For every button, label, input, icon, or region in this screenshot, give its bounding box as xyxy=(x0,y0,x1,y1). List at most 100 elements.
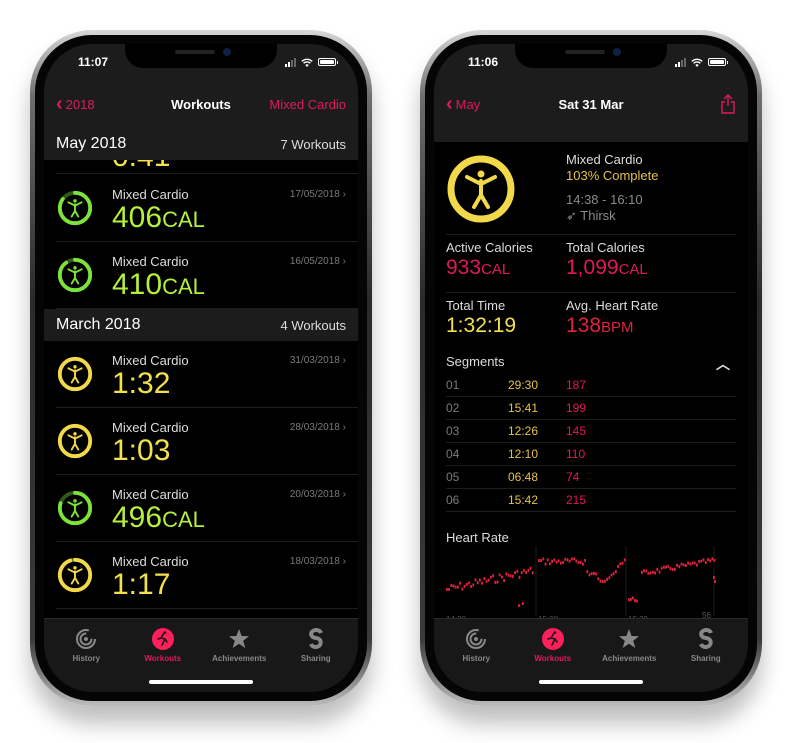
workout-row[interactable]: Mixed Cardio 28/03/2018 › 1:03 xyxy=(56,408,358,475)
segment-value: 215 xyxy=(566,493,587,507)
chevron-left-icon: ‹ xyxy=(446,92,453,115)
tab-workouts[interactable]: Workouts xyxy=(127,627,199,663)
home-indicator[interactable] xyxy=(539,680,643,684)
heart-rate-sample xyxy=(599,579,602,583)
heart-rate-sample xyxy=(678,565,681,569)
heart-rate-sample xyxy=(606,577,608,581)
phone-right: 11:06 ‹ May Sat 31 Mar Mixed Cardio 103%… xyxy=(420,30,762,706)
segment-row: 03 12:26 145 xyxy=(446,420,736,443)
tab-label: History xyxy=(462,654,491,663)
heart-rate-sample xyxy=(711,557,714,561)
tab-label: Workouts xyxy=(144,654,182,663)
workout-date: 20/03/2018 › xyxy=(289,489,346,500)
history-rings-icon xyxy=(74,627,98,651)
heart-rate-sample xyxy=(590,572,593,576)
heart-rate-sample xyxy=(468,581,470,585)
workout-row[interactable]: Mixed Cardio 17/05/2018 › 406CAL xyxy=(56,175,358,242)
back-button[interactable]: ‹ May xyxy=(446,92,480,115)
workout-name: Mixed Cardio xyxy=(112,254,189,269)
chevron-right-icon: › xyxy=(342,422,346,433)
heart-rate-sample xyxy=(689,562,692,566)
workout-row[interactable]: Mixed Cardio 18/03/2018 › 1:17 xyxy=(56,542,358,609)
workout-ring-icon xyxy=(57,356,93,392)
workouts-list-screen: 11:07 ‹ 2018 Workouts Mixed Cardio May 20… xyxy=(44,44,358,692)
heart-rate-sample xyxy=(474,578,477,582)
heart-rate-sample xyxy=(446,587,448,591)
phone-bezel: 11:07 ‹ 2018 Workouts Mixed Cardio May 20… xyxy=(35,35,367,701)
segment-value: 145 xyxy=(566,424,587,438)
heart-rate-sample xyxy=(704,561,707,565)
heart-rate-sample xyxy=(525,570,527,574)
share-icon[interactable] xyxy=(720,94,736,114)
segments-header[interactable]: Segments ︿ xyxy=(446,354,730,374)
heart-rate-sample xyxy=(709,559,711,563)
heart-rate-sample xyxy=(588,573,591,577)
heart-rate-sample xyxy=(571,557,573,561)
workout-date: 31/03/2018 › xyxy=(289,355,346,366)
battery-icon xyxy=(708,58,728,66)
page-title: Sat 31 Mar xyxy=(558,96,624,112)
workout-date: 17/05/2018 › xyxy=(289,189,346,200)
workout-ring-icon xyxy=(57,257,93,293)
filter-button[interactable]: Mixed Cardio xyxy=(269,97,346,112)
heart-rate-sample xyxy=(707,558,709,562)
heart-rate-sample xyxy=(671,568,674,572)
heart-rate-sample xyxy=(573,557,575,561)
workout-value: 406CAL xyxy=(112,201,205,234)
heart-rate-sample xyxy=(538,559,540,563)
workout-row[interactable]: Mixed Cardio 16/05/2018 › 410CAL xyxy=(56,242,358,309)
heart-rate-sample xyxy=(641,570,643,574)
home-indicator[interactable] xyxy=(149,680,253,684)
segment-row: 05 06:48 74 xyxy=(446,466,736,489)
history-rings-icon xyxy=(464,627,488,651)
workout-ring-icon xyxy=(57,423,93,459)
workout-name: Mixed Cardio xyxy=(112,487,189,502)
segment-row: 02 15:41 199 xyxy=(446,397,736,420)
heart-rate-sample xyxy=(452,584,455,588)
tab-workouts[interactable]: Workouts xyxy=(517,627,589,663)
heart-rate-sample xyxy=(568,559,571,563)
tab-achievements[interactable]: Achievements xyxy=(593,627,665,663)
heart-rate-sample xyxy=(696,563,698,567)
workout-row[interactable]: Mixed Cardio 31/03/2018 › 1:32 xyxy=(56,341,358,408)
section-header-march: March 2018 4 Workouts xyxy=(44,309,358,341)
heart-rate-sample xyxy=(615,570,617,574)
workout-date: 18/03/2018 › xyxy=(289,556,346,567)
workout-detail: Mixed Cardio 103% Complete 14:38 - 16:10… xyxy=(434,142,748,634)
workout-name: Mixed Cardio xyxy=(112,353,189,368)
workout-detail-screen: 11:06 ‹ May Sat 31 Mar Mixed Cardio 103%… xyxy=(434,44,748,692)
battery-icon xyxy=(318,58,338,66)
tab-sharing[interactable]: Sharing xyxy=(670,627,742,663)
heart-rate-sample xyxy=(630,597,632,601)
heart-rate-sample xyxy=(645,569,648,573)
tab-achievements[interactable]: Achievements xyxy=(203,627,275,663)
heart-rate-sample xyxy=(714,580,716,583)
tab-history[interactable]: History xyxy=(440,627,512,663)
heart-rate-sample xyxy=(529,566,532,570)
heart-rate-sample xyxy=(617,564,619,568)
heart-rate-sample xyxy=(566,558,569,562)
navigation-bar: ‹ May Sat 31 Mar xyxy=(434,90,748,118)
cellular-signal-icon xyxy=(285,57,296,67)
chevron-up-icon[interactable]: ︿ xyxy=(716,354,730,374)
heart-rate-sample xyxy=(560,561,562,565)
heart-rate-sample xyxy=(518,604,520,607)
workout-row[interactable]: Mixed Cardio 20/03/2018 › 496CAL xyxy=(56,475,358,542)
metric-avg-heart-rate: Avg. Heart Rate 138BPM xyxy=(566,298,659,337)
heart-rate-sample xyxy=(527,568,530,572)
heart-rate-sample xyxy=(523,568,525,572)
heart-rate-sample xyxy=(472,583,475,587)
segment-duration: 15:41 xyxy=(508,401,539,415)
heart-rate-sample xyxy=(557,559,560,563)
back-button[interactable]: ‹ 2018 xyxy=(56,94,95,114)
heart-rate-sample xyxy=(608,576,611,580)
heart-rate-sample xyxy=(643,569,645,573)
tab-label: Achievements xyxy=(212,654,267,663)
workout-name: Mixed Cardio xyxy=(112,420,189,435)
segment-duration: 06:48 xyxy=(508,470,539,484)
heart-rate-sample xyxy=(551,559,553,563)
segment-duration: 12:10 xyxy=(508,447,539,461)
tab-history[interactable]: History xyxy=(50,627,122,663)
tab-sharing[interactable]: Sharing xyxy=(280,627,352,663)
workouts-runner-icon xyxy=(541,627,565,651)
